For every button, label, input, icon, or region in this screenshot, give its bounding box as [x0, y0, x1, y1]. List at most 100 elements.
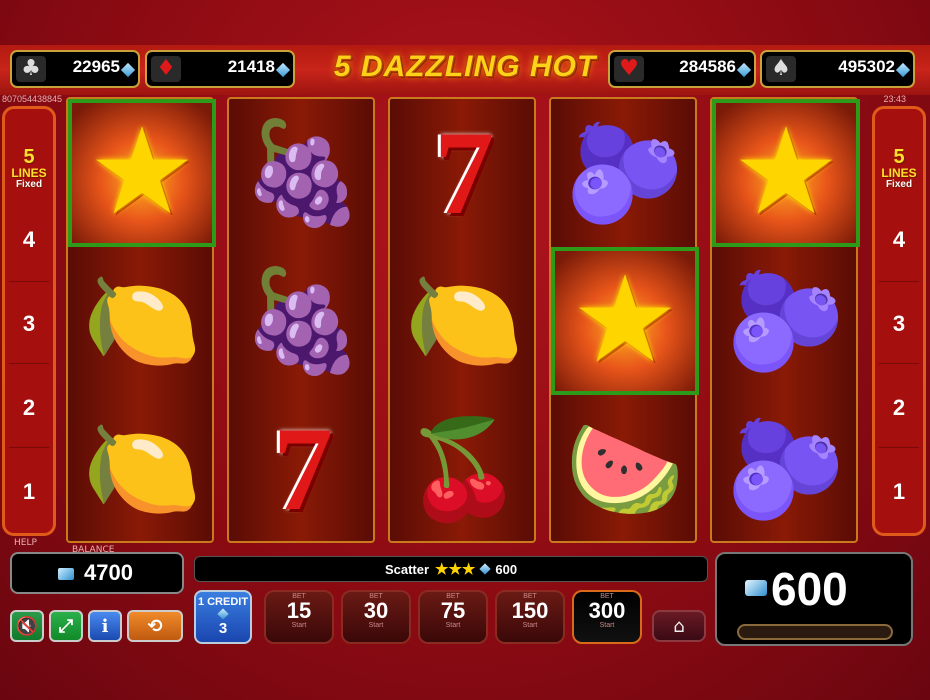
bet-value: 150	[511, 598, 549, 623]
scatter-label: Scatter	[384, 561, 430, 577]
autoplay-button[interactable]: ⟲	[127, 610, 183, 642]
seven-symbol: 7	[273, 402, 333, 535]
divider	[9, 281, 49, 282]
gem-icon	[745, 580, 767, 596]
bet-value: 75	[440, 598, 466, 623]
line-number-3: 3	[892, 311, 906, 336]
scatter-stars: ★★★	[435, 561, 476, 578]
reel-cell: 🍋	[68, 247, 216, 395]
fullscreen-icon: ⤢	[58, 615, 74, 637]
fullscreen-button[interactable]: ⤢	[49, 610, 83, 642]
divider	[9, 363, 49, 364]
winning-cell: ★	[551, 247, 699, 395]
gem-icon	[275, 62, 291, 78]
jackpot-heart-value: 284586	[679, 57, 736, 76]
game-title: 5 DAZZLING HOT	[333, 50, 597, 83]
club-icon: ♣	[16, 56, 46, 82]
jackpot-diamond: ♦ 21418	[145, 50, 295, 88]
reel-3: 7 🍋 🍒	[388, 97, 536, 543]
bet-start: Start	[599, 622, 615, 629]
lines-word: LINES	[881, 166, 917, 180]
credit-selector[interactable]: 1 CREDIT 3	[194, 590, 252, 644]
win-box: 600	[715, 552, 913, 646]
jackpot-spade-value: 495302	[838, 57, 895, 76]
reel-5: ★ 🫐 🫐	[710, 97, 860, 543]
reel-1: ★ 🍋 🍋	[66, 97, 216, 543]
lines-word: LINES	[11, 166, 47, 180]
bet-button-300[interactable]: BET 300 Start	[572, 590, 642, 644]
grapes-symbol: 🍇	[240, 262, 366, 379]
reel-cell: 🍒	[390, 395, 538, 543]
cherry-symbol: 🍒	[404, 413, 524, 525]
speaker-muted-icon: 🔇	[15, 615, 39, 637]
line-number-3: 3	[22, 311, 36, 336]
reel-cell: 🫐	[712, 247, 860, 395]
bet-start: Start	[368, 622, 384, 629]
plum-symbol: 🫐	[726, 265, 846, 377]
balance-value: 4700	[84, 560, 133, 585]
scatter-win-value: 600	[495, 561, 518, 577]
jackpot-club: ♣ 22965	[10, 50, 140, 88]
watermelon-symbol: 🍉	[565, 413, 685, 525]
lines-mode: Fixed	[885, 179, 913, 190]
session-id: 807054438845	[2, 94, 63, 104]
autoplay-icon: ⟲	[147, 615, 163, 637]
bet-start: Start	[291, 622, 307, 629]
divider	[9, 447, 49, 448]
line-number-4: 4	[892, 227, 906, 252]
reel-2: 🍇 🍇 7	[227, 97, 375, 543]
star-symbol: ★	[571, 251, 679, 390]
bet-button-75[interactable]: BET 75 Start	[418, 590, 488, 644]
reel-cell: 🍇	[229, 99, 377, 247]
line-number-2: 2	[892, 395, 906, 420]
line-number-1: 1	[22, 479, 36, 504]
gem-icon	[120, 62, 136, 78]
heart-icon: ♥	[614, 56, 644, 82]
credit-value: 3	[218, 620, 228, 637]
lines-indicator: 5 LINES Fixed	[5, 147, 53, 191]
divider	[879, 281, 919, 282]
winning-cell: ★	[712, 99, 860, 247]
bet-button-15[interactable]: BET 15 Start	[264, 590, 334, 644]
left-lines-panel: 5 LINES Fixed 4 3 2 1	[2, 106, 56, 536]
lines-indicator: 5 LINES Fixed	[875, 147, 923, 191]
plum-symbol: 🫐	[726, 413, 846, 525]
reel-cell: 🍉	[551, 395, 699, 543]
bet-start: Start	[445, 622, 461, 629]
info-button[interactable]: i	[88, 610, 122, 642]
line-number-4: 4	[22, 227, 36, 252]
help-label[interactable]: HELP	[14, 538, 37, 548]
lemon-symbol: 🍋	[404, 265, 524, 377]
reel-cell: 🫐	[712, 395, 860, 543]
line-number-2: 2	[22, 395, 36, 420]
grapes-symbol: 🍇	[240, 114, 366, 231]
lemon-symbol: 🍋	[82, 413, 202, 525]
winning-cell: ★	[68, 99, 216, 247]
bet-button-30[interactable]: BET 30 Start	[341, 590, 411, 644]
win-progress-bar	[737, 624, 893, 640]
reel-cell: 7	[229, 395, 377, 543]
win-value: 600	[771, 563, 848, 615]
seven-symbol: 7	[434, 106, 494, 239]
jackpot-heart: ♥ 284586	[608, 50, 756, 88]
lines-count: 5	[23, 146, 35, 168]
gem-icon	[217, 608, 229, 620]
reel-cell: 🍇	[229, 247, 377, 395]
right-lines-panel: 5 LINES Fixed 4 3 2 1	[872, 106, 926, 536]
reel-cell: 🫐	[551, 99, 699, 247]
gem-icon	[479, 563, 492, 575]
info-icon: i	[101, 615, 109, 637]
home-button[interactable]: ⌂	[652, 610, 706, 642]
reel-cell: 🍋	[390, 247, 538, 395]
mute-button[interactable]: 🔇	[10, 610, 44, 642]
win-info-bar: Scatter ★★★ 600	[194, 556, 708, 582]
lines-mode: Fixed	[15, 179, 43, 190]
plum-symbol: 🫐	[565, 117, 685, 229]
balance-label: BALANCE	[72, 545, 115, 555]
divider	[879, 447, 919, 448]
divider	[879, 363, 919, 364]
bet-value: 300	[588, 598, 626, 623]
balance-box: BALANCE 4700	[10, 545, 184, 594]
jackpot-diamond-value: 21418	[227, 57, 275, 76]
bet-button-150[interactable]: BET 150 Start	[495, 590, 565, 644]
